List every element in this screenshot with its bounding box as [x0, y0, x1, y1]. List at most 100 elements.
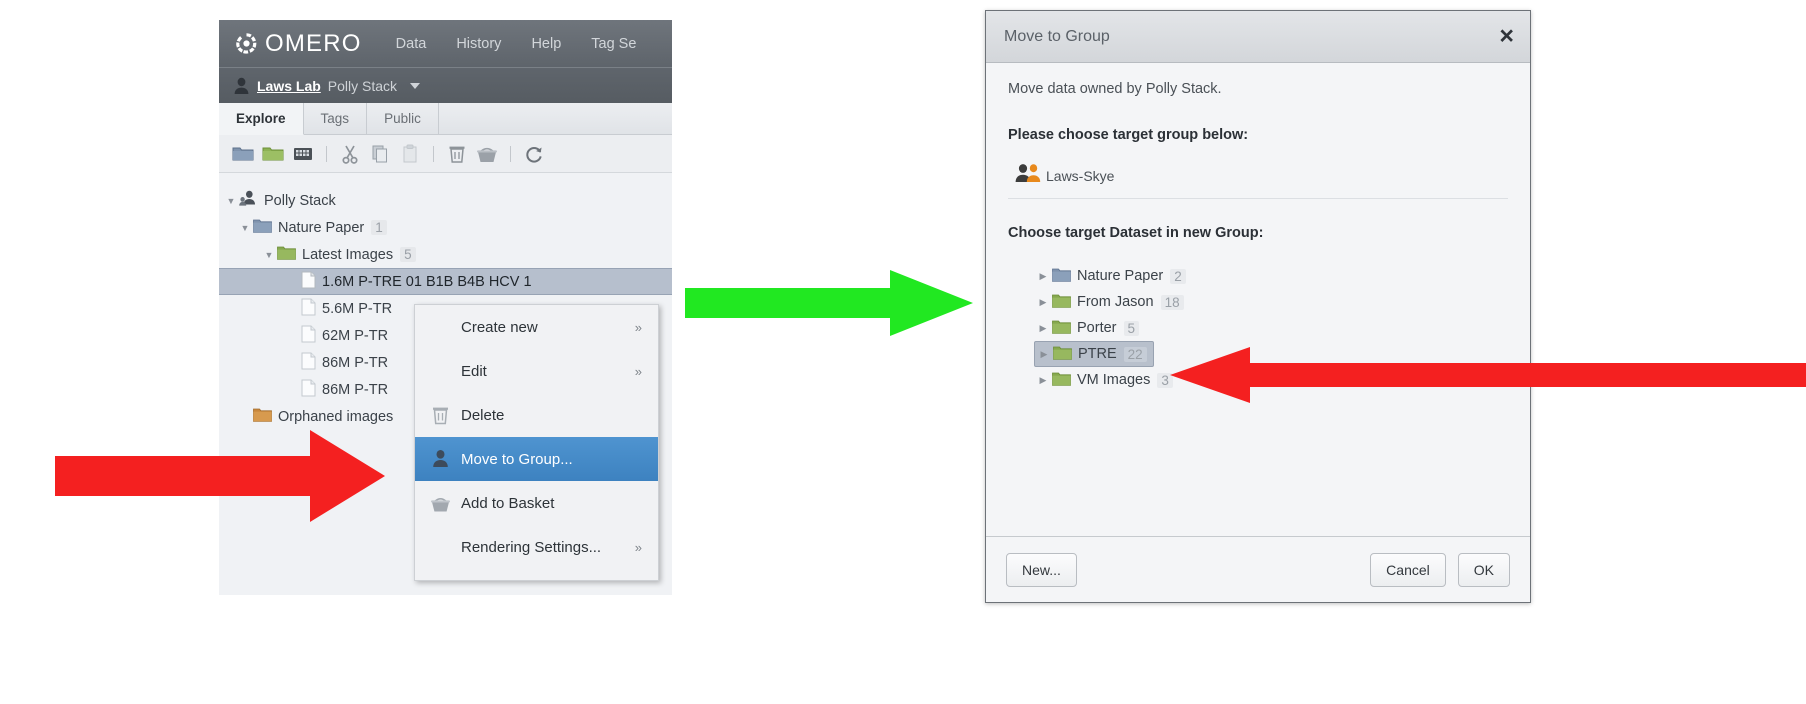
submenu-arrow-icon: » [634, 363, 642, 379]
dialog-body: Move data owned by Polly Stack. Please c… [986, 63, 1530, 393]
nav-item-history[interactable]: History [456, 36, 501, 52]
context-menu-item-create-new[interactable]: Create new » [415, 305, 658, 349]
chevron-down-icon[interactable] [410, 82, 421, 89]
user-lab-name: Laws Lab [257, 77, 321, 94]
dialog-dataset-prompt: Choose target Dataset in new Group: [1008, 225, 1264, 241]
tree-node-image-selected[interactable]: 1.6M P-TRE 01 B1B B4B HCV 1 [219, 268, 672, 295]
cancel-button[interactable]: Cancel [1370, 552, 1446, 587]
green-arrow-to-dialog [685, 270, 973, 336]
nav-item-help[interactable]: Help [531, 36, 561, 52]
move-to-group-dialog: Move to Group × Move data owned by Polly… [985, 10, 1531, 603]
delete-icon[interactable] [445, 142, 469, 166]
toolbar-separator [433, 145, 434, 162]
dialog-title-bar: Move to Group × [986, 11, 1530, 63]
basket-icon[interactable] [475, 142, 499, 166]
target-group-row[interactable]: Laws-Skye [1008, 159, 1508, 199]
tab-public[interactable]: Public [367, 103, 439, 134]
dialog-owner-line: Move data owned by Polly Stack. [1008, 81, 1222, 97]
nav-item-data[interactable]: Data [396, 36, 427, 52]
paste-icon [398, 142, 422, 166]
tree-node-owner[interactable]: ▼ Polly Stack [219, 187, 672, 214]
dataset-count: 2 [1170, 268, 1186, 284]
image-file-icon [301, 298, 316, 320]
tree-node-label: 1.6M P-TRE 01 B1B B4B HCV 1 [322, 273, 532, 290]
context-menu-label: Edit [461, 362, 487, 380]
two-users-icon [1014, 163, 1044, 188]
screenshot-root: OMERO Data History Help Tag Se Laws Lab … [0, 0, 1806, 704]
tree-node-count: 5 [400, 247, 416, 262]
dataset-tree-row-nature-paper[interactable]: ▶ Nature Paper 2 [1034, 263, 1192, 289]
submenu-arrow-icon: » [634, 319, 642, 335]
omero-tab-bar: Explore Tags Public [219, 103, 672, 135]
context-menu-label: Add to Basket [461, 494, 555, 512]
close-icon[interactable]: × [1499, 24, 1514, 49]
toolbar-separator [326, 145, 327, 162]
image-file-icon [301, 325, 316, 347]
dataset-folder-icon [277, 245, 296, 264]
omero-main-nav: Data History Help Tag Se [396, 36, 637, 52]
nav-item-tag-search[interactable]: Tag Se [591, 36, 636, 52]
dataset-label: VM Images [1077, 372, 1151, 388]
copy-icon[interactable] [368, 142, 392, 166]
dataset-label: Porter [1077, 320, 1117, 336]
new-screen-icon[interactable] [291, 142, 315, 166]
context-menu-label: Delete [461, 406, 505, 424]
project-folder-icon [253, 218, 272, 237]
chevron-right-icon[interactable]: ▶ [1034, 297, 1052, 308]
new-dataset-folder-icon[interactable] [261, 142, 285, 166]
image-file-icon [301, 271, 316, 293]
red-arrow-to-ptre [1170, 347, 1806, 403]
chevron-right-icon[interactable]: ▶ [1034, 271, 1052, 282]
context-menu-label: Move to Group... [461, 450, 573, 468]
tree-node-label: 86M P-TR [322, 381, 389, 398]
chevron-expanded-icon[interactable]: ▼ [237, 223, 253, 233]
tab-tags[interactable]: Tags [303, 103, 368, 134]
chevron-right-icon[interactable]: ▶ [1034, 323, 1052, 334]
dataset-label: PTRE [1078, 346, 1117, 362]
ok-button[interactable]: OK [1457, 552, 1510, 587]
omero-user-bar[interactable]: Laws Lab Polly Stack [219, 67, 672, 103]
dataset-label: From Jason [1077, 294, 1154, 310]
image-file-icon [301, 379, 316, 401]
new-project-folder-icon[interactable] [231, 142, 255, 166]
omero-logo[interactable]: OMERO [235, 30, 362, 58]
tab-explore[interactable]: Explore [219, 103, 304, 135]
dataset-folder-icon [1053, 345, 1072, 364]
tree-node-dataset[interactable]: ▼ Latest Images 5 [219, 241, 672, 268]
submenu-arrow-icon: » [634, 539, 642, 555]
omero-logo-icon [235, 32, 258, 55]
context-menu-item-rendering-settings[interactable]: Rendering Settings... » [415, 525, 658, 569]
trash-icon [429, 404, 451, 426]
tree-node-label: Nature Paper [278, 219, 365, 236]
user-icon [233, 77, 250, 95]
target-group-label: Laws-Skye [1046, 167, 1115, 184]
project-folder-icon [1052, 267, 1071, 286]
user-group-icon [239, 190, 258, 211]
dataset-tree-row-porter[interactable]: ▶ Porter 5 [1034, 315, 1145, 341]
tree-node-project[interactable]: ▼ Nature Paper 1 [219, 214, 672, 241]
context-menu-label: Create new [461, 318, 538, 336]
tree-node-label: 86M P-TR [322, 354, 389, 371]
omero-brand-text: OMERO [265, 29, 362, 57]
chevron-expanded-icon[interactable]: ▼ [223, 196, 239, 206]
cut-icon[interactable] [338, 142, 362, 166]
tree-node-label: Orphaned images [278, 408, 394, 425]
chevron-expanded-icon[interactable]: ▼ [261, 250, 277, 260]
dataset-folder-icon [1052, 293, 1071, 312]
chevron-right-icon[interactable]: ▶ [1034, 375, 1052, 386]
dataset-tree-row-from-jason[interactable]: ▶ From Jason 18 [1034, 289, 1190, 315]
context-menu-item-edit[interactable]: Edit » [415, 349, 658, 393]
refresh-icon[interactable] [522, 142, 546, 166]
tree-node-label: 5.6M P-TR [322, 300, 393, 317]
dataset-tree-row-vm-images[interactable]: ▶ VM Images 3 [1034, 367, 1179, 393]
dialog-title: Move to Group [1004, 27, 1110, 45]
dataset-tree-row-ptre[interactable]: ▶ PTRE 22 [1034, 341, 1154, 367]
image-file-icon [301, 352, 316, 374]
chevron-right-icon[interactable]: ▶ [1035, 349, 1053, 360]
context-menu-label: Rendering Settings... [461, 538, 602, 556]
tab-bar-filler [438, 103, 672, 134]
orphaned-folder-icon [253, 407, 272, 426]
new-button[interactable]: New... [1006, 552, 1077, 587]
omero-toolbar [219, 135, 672, 173]
dialog-footer: New... Cancel OK [986, 536, 1530, 602]
